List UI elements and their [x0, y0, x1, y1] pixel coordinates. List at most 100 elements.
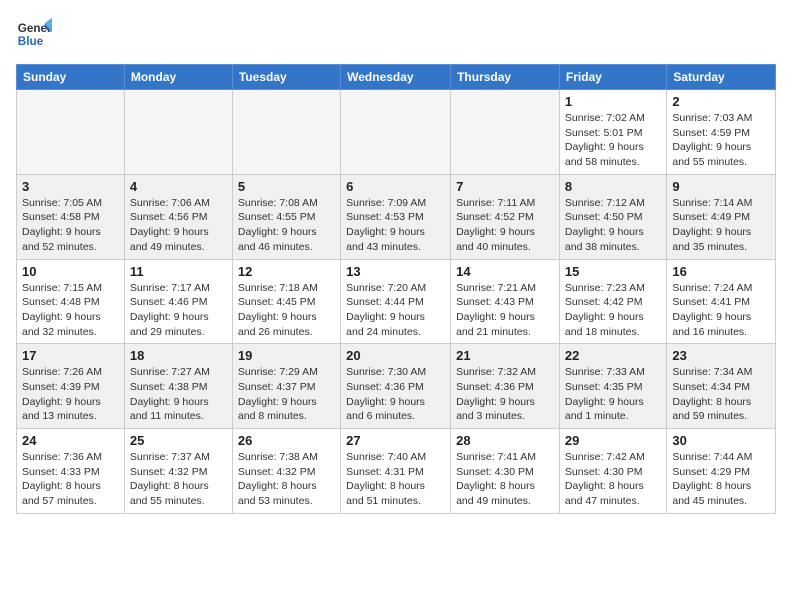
- weekday-header-monday: Monday: [124, 65, 232, 90]
- calendar-week-2: 3Sunrise: 7:05 AMSunset: 4:58 PMDaylight…: [17, 174, 776, 259]
- day-info: Daylight: 9 hours and 46 minutes.: [238, 225, 335, 254]
- calendar-cell: 16Sunrise: 7:24 AMSunset: 4:41 PMDayligh…: [667, 259, 776, 344]
- day-info: Daylight: 9 hours and 55 minutes.: [672, 140, 770, 169]
- day-info: Sunset: 4:46 PM: [130, 295, 227, 310]
- day-info: Sunrise: 7:27 AM: [130, 365, 227, 380]
- calendar-week-5: 24Sunrise: 7:36 AMSunset: 4:33 PMDayligh…: [17, 429, 776, 514]
- day-info: Daylight: 9 hours and 18 minutes.: [565, 310, 661, 339]
- calendar-cell: 9Sunrise: 7:14 AMSunset: 4:49 PMDaylight…: [667, 174, 776, 259]
- day-info: Daylight: 9 hours and 35 minutes.: [672, 225, 770, 254]
- day-number: 24: [22, 433, 119, 448]
- weekday-header-wednesday: Wednesday: [341, 65, 451, 90]
- calendar-week-3: 10Sunrise: 7:15 AMSunset: 4:48 PMDayligh…: [17, 259, 776, 344]
- day-info: Sunrise: 7:33 AM: [565, 365, 661, 380]
- logo-icon: General Blue: [16, 16, 52, 52]
- day-info: Sunset: 4:33 PM: [22, 465, 119, 480]
- day-number: 13: [346, 264, 445, 279]
- calendar-cell: [232, 90, 340, 175]
- calendar-cell: 4Sunrise: 7:06 AMSunset: 4:56 PMDaylight…: [124, 174, 232, 259]
- day-number: 26: [238, 433, 335, 448]
- day-info: Sunrise: 7:36 AM: [22, 450, 119, 465]
- page-header: General Blue: [16, 16, 776, 52]
- calendar-cell: 17Sunrise: 7:26 AMSunset: 4:39 PMDayligh…: [17, 344, 125, 429]
- day-info: Daylight: 9 hours and 1 minute.: [565, 395, 661, 424]
- logo: General Blue: [16, 16, 52, 52]
- day-info: Daylight: 9 hours and 6 minutes.: [346, 395, 445, 424]
- day-info: Sunset: 4:41 PM: [672, 295, 770, 310]
- calendar-cell: [341, 90, 451, 175]
- day-info: Sunset: 4:56 PM: [130, 210, 227, 225]
- day-number: 7: [456, 179, 554, 194]
- weekday-header-saturday: Saturday: [667, 65, 776, 90]
- day-number: 20: [346, 348, 445, 363]
- day-info: Sunrise: 7:44 AM: [672, 450, 770, 465]
- calendar-cell: 5Sunrise: 7:08 AMSunset: 4:55 PMDaylight…: [232, 174, 340, 259]
- day-info: Daylight: 9 hours and 26 minutes.: [238, 310, 335, 339]
- calendar-cell: 13 Sunrise: 7:20 AMSunset: 4:44 PMDayligh…: [341, 259, 451, 344]
- day-info: Sunset: 4:38 PM: [130, 380, 227, 395]
- day-info: Daylight: 8 hours and 49 minutes.: [456, 479, 554, 508]
- calendar-cell: 26 Sunrise: 7:38 AMSunset: 4:32 PMDayligh…: [232, 429, 340, 514]
- calendar-cell: 2Sunrise: 7:03 AMSunset: 4:59 PMDaylight…: [667, 90, 776, 175]
- calendar-cell: 23Sunrise: 7:34 AMSunset: 4:34 PMDayligh…: [667, 344, 776, 429]
- day-number: 27: [346, 433, 445, 448]
- calendar-week-4: 17Sunrise: 7:26 AMSunset: 4:39 PMDayligh…: [17, 344, 776, 429]
- day-number: 17: [22, 348, 119, 363]
- calendar-cell: 30Sunrise: 7:44 AMSunset: 4:29 PMDayligh…: [667, 429, 776, 514]
- day-info: Sunrise: 7:20 AM: [346, 281, 445, 296]
- calendar-week-1: 1Sunrise: 7:02 AMSunset: 5:01 PMDaylight…: [17, 90, 776, 175]
- calendar-cell: [124, 90, 232, 175]
- day-info: Daylight: 9 hours and 24 minutes.: [346, 310, 445, 339]
- day-info: Sunrise: 7:26 AM: [22, 365, 119, 380]
- day-info: Daylight: 8 hours and 57 minutes.: [22, 479, 119, 508]
- day-info: Daylight: 9 hours and 11 minutes.: [130, 395, 227, 424]
- day-number: 28: [456, 433, 554, 448]
- weekday-header-friday: Friday: [559, 65, 666, 90]
- day-info: Sunset: 4:45 PM: [238, 295, 335, 310]
- day-number: 23: [672, 348, 770, 363]
- day-info: Sunrise: 7:21 AM: [456, 281, 554, 296]
- day-info: Sunrise: 7:18 AM: [238, 281, 335, 296]
- day-info: Daylight: 9 hours and 16 minutes.: [672, 310, 770, 339]
- calendar-cell: 24 Sunrise: 7:36 AMSunset: 4:33 PMDayligh…: [17, 429, 125, 514]
- day-info: Sunset: 4:36 PM: [346, 380, 445, 395]
- day-info: Sunset: 4:30 PM: [565, 465, 661, 480]
- day-info: Sunrise: 7:29 AM: [238, 365, 335, 380]
- calendar-cell: 8Sunrise: 7:12 AMSunset: 4:50 PMDaylight…: [559, 174, 666, 259]
- day-info: Sunset: 4:30 PM: [456, 465, 554, 480]
- day-number: 19: [238, 348, 335, 363]
- day-info: Sunset: 4:59 PM: [672, 126, 770, 141]
- day-info: Daylight: 9 hours and 13 minutes.: [22, 395, 119, 424]
- calendar-cell: 25Sunrise: 7:37 AMSunset: 4:32 PMDayligh…: [124, 429, 232, 514]
- day-info: Sunset: 5:01 PM: [565, 126, 661, 141]
- day-info: Sunrise: 7:38 AM: [238, 450, 335, 465]
- day-info: Daylight: 8 hours and 55 minutes.: [130, 479, 227, 508]
- day-info: Daylight: 8 hours and 45 minutes.: [672, 479, 770, 508]
- day-info: Daylight: 9 hours and 38 minutes.: [565, 225, 661, 254]
- day-info: Sunset: 4:29 PM: [672, 465, 770, 480]
- calendar-cell: 11Sunrise: 7:17 AMSunset: 4:46 PMDayligh…: [124, 259, 232, 344]
- day-number: 22: [565, 348, 661, 363]
- day-number: 16: [672, 264, 770, 279]
- svg-text:Blue: Blue: [18, 35, 44, 48]
- day-info: Sunrise: 7:02 AM: [565, 111, 661, 126]
- day-info: Sunset: 4:53 PM: [346, 210, 445, 225]
- calendar-cell: 3Sunrise: 7:05 AMSunset: 4:58 PMDaylight…: [17, 174, 125, 259]
- day-info: Daylight: 9 hours and 40 minutes.: [456, 225, 554, 254]
- day-info: Sunrise: 7:37 AM: [130, 450, 227, 465]
- day-info: Sunset: 4:50 PM: [565, 210, 661, 225]
- calendar-cell: 6Sunrise: 7:09 AMSunset: 4:53 PMDaylight…: [341, 174, 451, 259]
- day-info: Daylight: 8 hours and 53 minutes.: [238, 479, 335, 508]
- day-info: Sunrise: 7:12 AM: [565, 196, 661, 211]
- day-info: Sunset: 4:36 PM: [456, 380, 554, 395]
- day-info: Sunrise: 7:08 AM: [238, 196, 335, 211]
- day-info: Sunset: 4:32 PM: [130, 465, 227, 480]
- day-info: Sunset: 4:44 PM: [346, 295, 445, 310]
- calendar-cell: 12Sunrise: 7:18 AMSunset: 4:45 PMDayligh…: [232, 259, 340, 344]
- day-number: 6: [346, 179, 445, 194]
- calendar-cell: 10Sunrise: 7:15 AMSunset: 4:48 PMDayligh…: [17, 259, 125, 344]
- weekday-header-tuesday: Tuesday: [232, 65, 340, 90]
- weekday-header-row: SundayMondayTuesdayWednesdayThursdayFrid…: [17, 65, 776, 90]
- day-info: Sunset: 4:32 PM: [238, 465, 335, 480]
- weekday-header-sunday: Sunday: [17, 65, 125, 90]
